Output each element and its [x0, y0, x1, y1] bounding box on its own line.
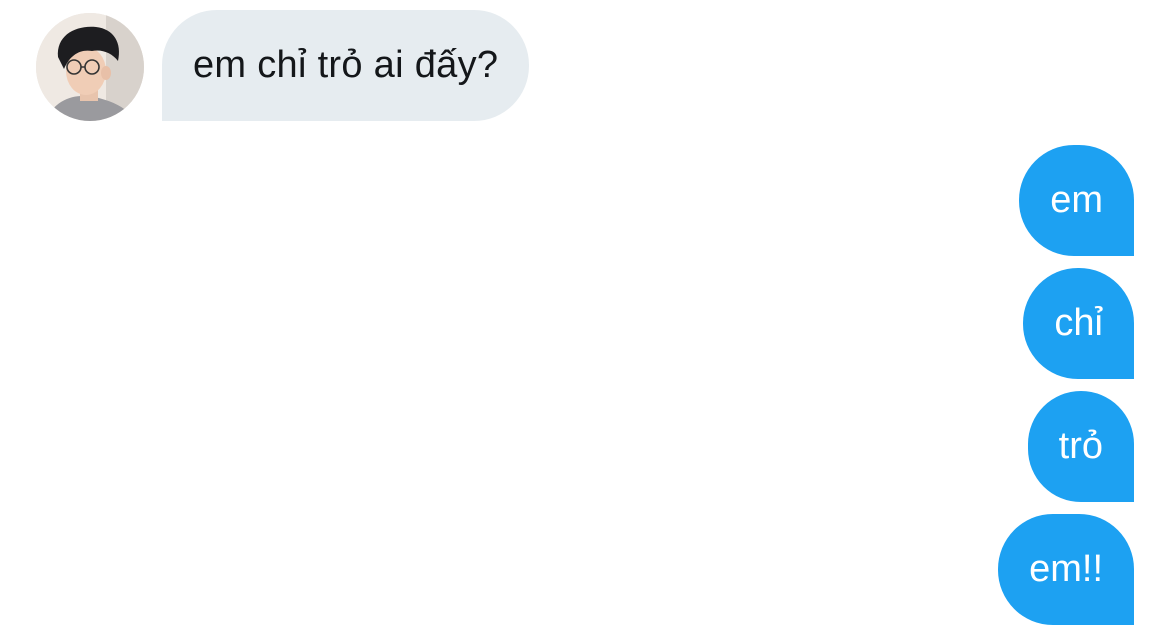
outgoing-message-bubble[interactable]: em!! — [998, 514, 1134, 625]
sender-avatar[interactable] — [36, 13, 144, 121]
incoming-message-text: em chỉ trỏ ai đấy? — [193, 44, 499, 86]
chat-thread: em chỉ trỏ ai đấy? em chỉ trỏ em!! — [0, 0, 1170, 634]
outgoing-message-group: em chỉ trỏ em!! — [998, 145, 1134, 625]
outgoing-message-bubble[interactable]: chỉ — [1023, 268, 1134, 379]
outgoing-message-text: trỏ — [1058, 425, 1103, 467]
outgoing-message-text: em — [1050, 179, 1103, 221]
incoming-message-bubble[interactable]: em chỉ trỏ ai đấy? — [162, 10, 530, 121]
user-avatar-photo-icon — [36, 13, 144, 121]
outgoing-message-bubble[interactable]: em — [1019, 145, 1134, 256]
outgoing-message-bubble[interactable]: trỏ — [1027, 391, 1134, 502]
outgoing-message-text: em!! — [1029, 548, 1103, 590]
outgoing-message-text: chỉ — [1054, 302, 1103, 344]
